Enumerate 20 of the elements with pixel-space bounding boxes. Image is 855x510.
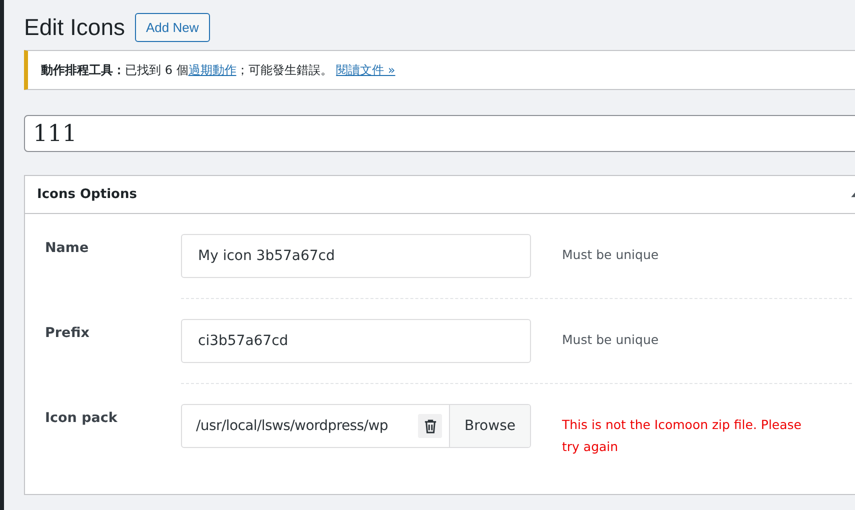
file-path: /usr/local/lsws/wordpress/wp — [195, 418, 389, 434]
field-label: Icon pack — [45, 409, 118, 426]
browse-button[interactable]: Browse — [449, 405, 530, 447]
notice-message: 動作排程工具：已找到 6 個過期動作；可能發生錯誤。 閱讀文件 » — [41, 62, 396, 78]
field-hint: Must be unique — [561, 331, 660, 349]
delete-button[interactable] — [418, 414, 442, 438]
title-field[interactable]: 111 — [24, 115, 855, 152]
notice-link[interactable]: 閱讀文件 » — [336, 62, 396, 76]
add-new-button[interactable]: Add New — [135, 12, 210, 42]
field-label: Name — [45, 239, 90, 256]
file-field[interactable]: /usr/local/lsws/wordpress/wp Browse — [181, 404, 531, 448]
input-field[interactable]: ci3b57a67cd — [181, 319, 531, 363]
page-title: Edit Icons — [24, 14, 125, 40]
field-hint: Must be unique — [561, 246, 660, 264]
notice-link[interactable]: 過期動作 — [188, 62, 236, 76]
error-message: This is not the Icomoon zip file. Please try again — [561, 416, 802, 456]
panel-title: Icons Options — [37, 187, 137, 202]
trash-icon — [424, 418, 436, 434]
input-field[interactable]: My icon 3b57a67cd — [181, 234, 531, 278]
field-label: Prefix — [45, 324, 90, 341]
